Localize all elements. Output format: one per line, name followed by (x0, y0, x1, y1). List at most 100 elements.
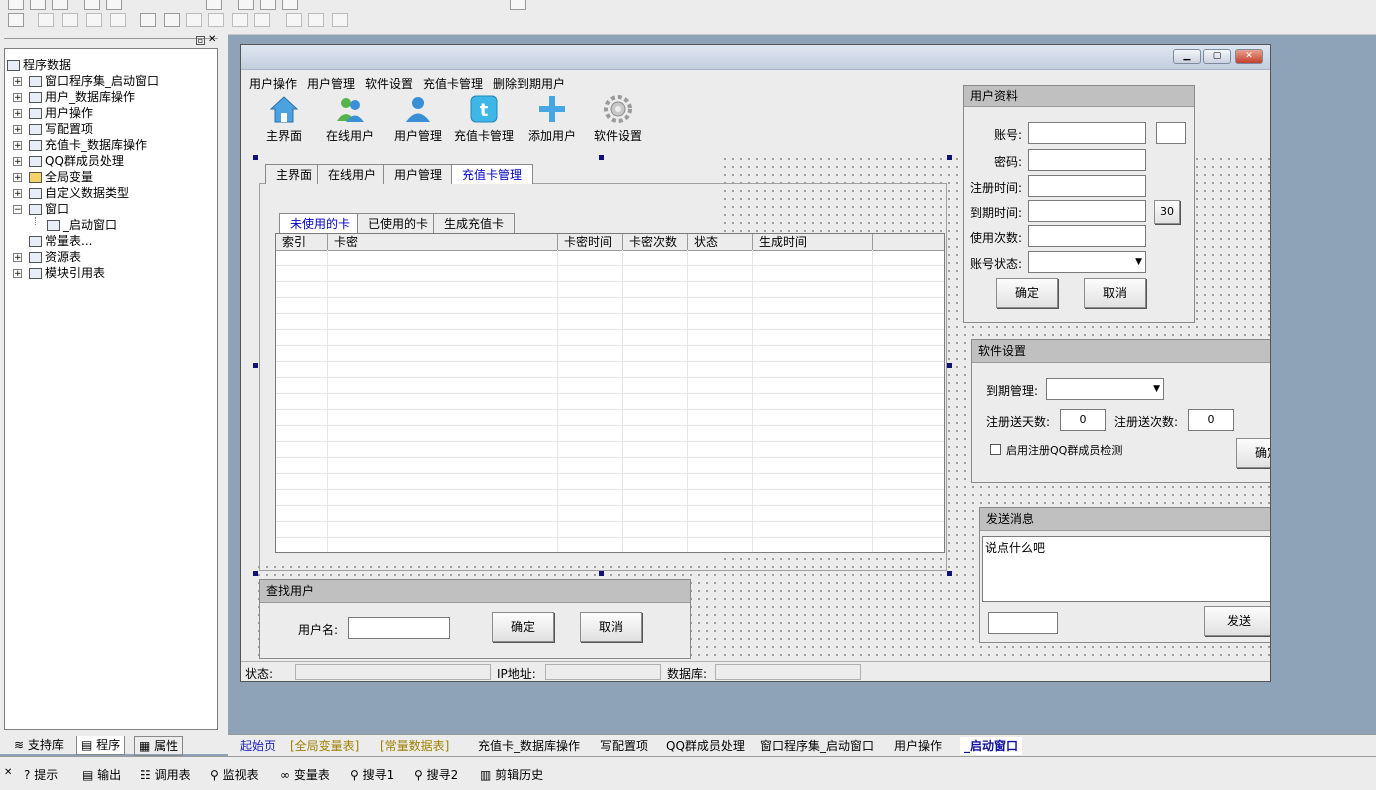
stop-icon[interactable] (510, 0, 526, 10)
tree-item-resources[interactable]: 资源表 (29, 249, 81, 265)
open-icon[interactable] (30, 0, 46, 10)
selection-handle[interactable] (599, 155, 604, 160)
column-card-key[interactable]: 卡密 (328, 234, 558, 250)
subtab-unused-cards[interactable]: 未使用的卡 (279, 213, 362, 233)
tab-search1[interactable]: ⚲ 搜寻1 (350, 766, 394, 784)
tab-call-stack[interactable]: ☷ 调用表 (140, 766, 191, 784)
cut-icon[interactable] (84, 0, 100, 10)
form-icon[interactable] (8, 13, 24, 27)
tab-online-users[interactable]: 在线用户 (317, 164, 388, 184)
column-index[interactable]: 索引 (276, 234, 328, 250)
collapse-icon[interactable]: − (13, 205, 22, 215)
subtab-generate-cards[interactable]: 生成充值卡 (433, 213, 516, 233)
close-icon[interactable]: ✕ (1235, 49, 1263, 64)
account-input[interactable] (1028, 122, 1146, 144)
card-list[interactable]: 索引 卡密 卡密时间 卡密次数 状态 生成时间 (275, 233, 945, 553)
doctab-qq-group[interactable]: QQ群成员处理 (666, 737, 745, 755)
doctab-startup-window[interactable]: _启动窗口 (960, 737, 1023, 755)
tree-item-user-db[interactable]: 用户_数据库操作 (29, 89, 135, 105)
find-icon[interactable] (206, 0, 222, 10)
tool-home[interactable]: 主界面 (249, 95, 319, 144)
tree-item-assembly-startup[interactable]: 窗口程序集_启动窗口 (29, 73, 159, 89)
tab-search2[interactable]: ⚲ 搜寻2 (414, 766, 458, 784)
menu-software-settings[interactable]: 软件设置 (365, 75, 413, 92)
software-ok-button[interactable]: 确定 (1236, 438, 1270, 468)
tree-item-config[interactable]: 写配置项 (29, 121, 93, 137)
account-extra-input[interactable] (1156, 122, 1186, 144)
tree-item-constants[interactable]: 常量表... (29, 233, 92, 249)
space-horizontal-icon[interactable] (232, 13, 248, 27)
grid-icon[interactable] (282, 0, 298, 10)
tree-root[interactable]: 程序数据 (7, 57, 71, 73)
column-created-time[interactable]: 生成时间 (753, 234, 873, 250)
layout-icon[interactable] (238, 0, 254, 10)
menu-user-ops[interactable]: 用户操作 (249, 75, 297, 92)
panel-close-icon[interactable]: ✕ (208, 35, 216, 45)
tab-variables[interactable]: ∞ 变量表 (280, 766, 330, 784)
expire-manage-select[interactable]: ▼ (1046, 378, 1164, 400)
center-horizontal-icon[interactable] (140, 13, 156, 27)
panel-pin-icon[interactable]: ▫ (196, 36, 205, 45)
align-left-icon[interactable] (38, 13, 54, 27)
column-card-count[interactable]: 卡密次数 (623, 234, 688, 250)
expand-icon[interactable]: + (13, 189, 22, 199)
doctab-card-db[interactable]: 充值卡_数据库操作 (478, 737, 580, 755)
message-textarea[interactable]: 说点什么吧 (982, 536, 1270, 602)
new-icon[interactable] (8, 0, 24, 10)
tab-clip-history[interactable]: ▥ 剪辑历史 (480, 766, 543, 784)
tab-watch[interactable]: ⚲ 监视表 (210, 766, 259, 784)
column-card-time[interactable]: 卡密时间 (558, 234, 623, 250)
expand-icon[interactable]: + (13, 109, 22, 119)
expand-icon[interactable]: + (13, 157, 22, 167)
tree-item-card-db[interactable]: 充值卡_数据库操作 (29, 137, 147, 153)
find-ok-button[interactable]: 确定 (492, 612, 554, 642)
selection-handle[interactable] (253, 155, 258, 160)
tool-add-user[interactable]: 添加用户 (517, 95, 587, 144)
minimize-icon[interactable]: ▁ (1173, 49, 1201, 64)
tree-item-module-refs[interactable]: 模块引用表 (29, 265, 105, 281)
space-vertical-icon[interactable] (254, 13, 270, 27)
align-bottom-icon[interactable] (110, 13, 126, 27)
reg-days-input[interactable]: 0 (1060, 409, 1106, 431)
resize-height-icon[interactable] (308, 13, 324, 27)
tool-software-settings[interactable]: 软件设置 (583, 95, 653, 144)
selection-handle[interactable] (599, 571, 604, 576)
reg-times-input[interactable]: 0 (1188, 409, 1234, 431)
tree-item-qq-group[interactable]: QQ群成员处理 (29, 153, 124, 169)
expand-icon[interactable]: + (13, 77, 22, 87)
selection-handle[interactable] (253, 363, 258, 368)
tree-item-user-ops[interactable]: 用户操作 (29, 105, 93, 121)
tab-hint[interactable]: ? 提示 (24, 766, 58, 784)
maximize-icon[interactable]: ▢ (1203, 49, 1231, 64)
program-tree[interactable]: 程序数据 + 窗口程序集_启动窗口 + 用户_数据库操作 + 用户操作 + 写配… (4, 48, 218, 730)
resize-width-icon[interactable] (286, 13, 302, 27)
subtab-used-cards[interactable]: 已使用的卡 (357, 213, 440, 233)
resize-both-icon[interactable] (332, 13, 348, 27)
find-cancel-button[interactable]: 取消 (580, 612, 642, 642)
tab-properties[interactable]: ▦ 属性 (134, 736, 184, 756)
send-button[interactable]: 发送 (1204, 606, 1270, 636)
tree-item-windows[interactable]: 窗口 (29, 201, 69, 217)
qq-check-checkbox[interactable] (990, 444, 1001, 455)
close-icon[interactable]: ✕ (4, 767, 12, 778)
save-icon[interactable] (52, 0, 68, 10)
doctab-config[interactable]: 写配置项 (600, 737, 648, 755)
tree-item-globals[interactable]: 全局变量 (29, 169, 93, 185)
password-input[interactable] (1028, 149, 1146, 171)
same-width-icon[interactable] (186, 13, 202, 27)
tool-card-manage[interactable]: t 充值卡管理 (449, 95, 519, 144)
center-vertical-icon[interactable] (164, 13, 180, 27)
expand-icon[interactable]: + (13, 269, 22, 279)
tab-user-manage[interactable]: 用户管理 (383, 164, 454, 184)
expand-icon[interactable]: + (13, 93, 22, 103)
expand-icon[interactable]: + (13, 173, 22, 183)
selection-handle[interactable] (947, 155, 952, 160)
selection-handle[interactable] (253, 571, 258, 576)
add-30-days-button[interactable]: 30 (1154, 200, 1180, 224)
align-top-icon[interactable] (86, 13, 102, 27)
tab-home[interactable]: 主界面 (265, 164, 324, 184)
selection-handle[interactable] (947, 571, 952, 576)
tab-output[interactable]: ▤ 输出 (82, 766, 121, 784)
expand-icon[interactable]: + (13, 125, 22, 135)
selection-handle[interactable] (947, 363, 952, 368)
